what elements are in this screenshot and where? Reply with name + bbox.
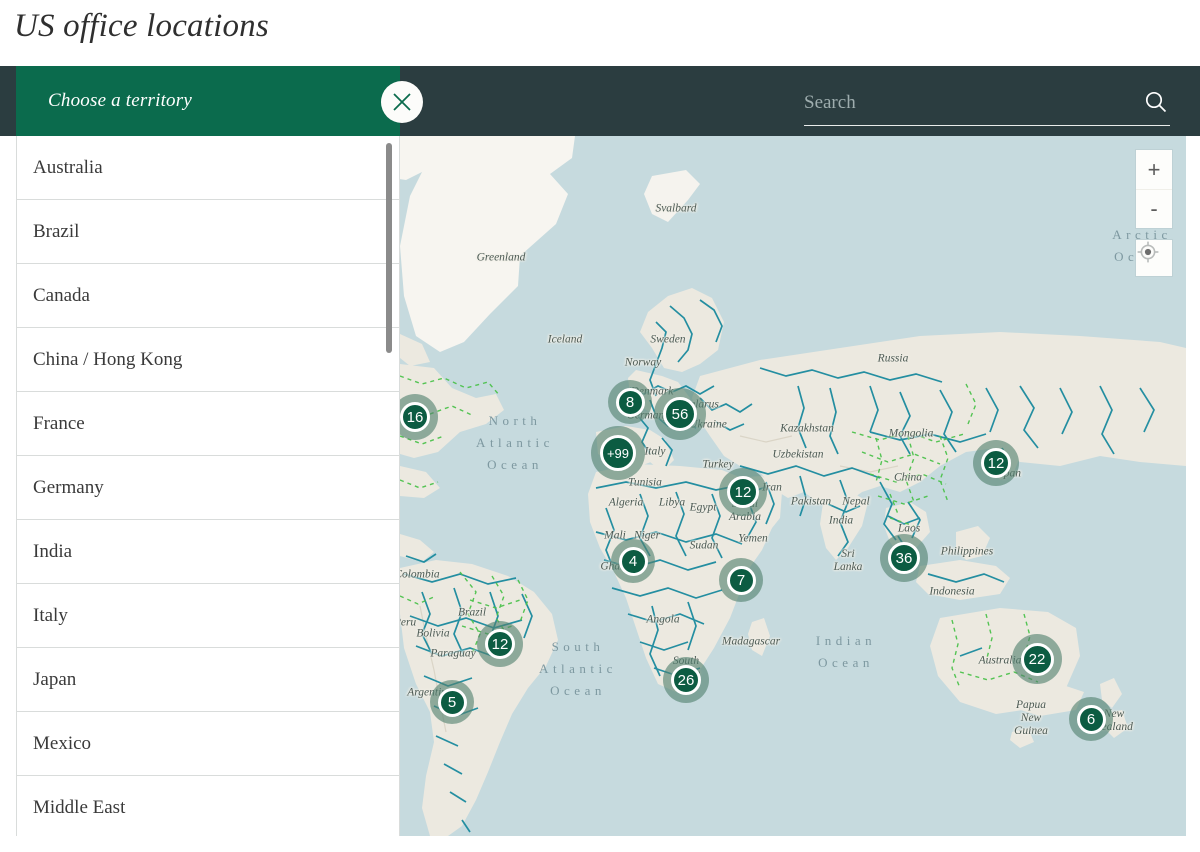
map-marker-count: 12 [485,629,515,659]
map-marker-count: 7 [726,565,756,595]
map-marker-count: 56 [663,397,697,431]
territory-list-item[interactable]: Italy [17,584,399,648]
office-locations-page: US office locations Choose a territory S… [0,0,1200,852]
territory-label: Australia [33,156,103,178]
territory-list-item[interactable]: Germany [17,456,399,520]
territory-list: Australia Brazil Canada China / Hong Kong Fr… [17,136,399,836]
map-marker-count: 6 [1076,704,1106,734]
territory-list-scrollbar[interactable] [386,136,392,836]
map-marker-count: 22 [1020,642,1054,676]
territory-list-item[interactable]: Canada [17,264,399,328]
locate-button[interactable] [1136,240,1172,276]
territory-label: Canada [33,284,90,306]
zoom-out-button[interactable]: - [1136,189,1172,228]
territory-label: Germany [33,476,104,498]
map-marker-cluster[interactable]: 4 [611,539,655,583]
territory-list-item[interactable]: France [17,392,399,456]
territory-label: France [33,412,85,434]
territory-list-item[interactable]: Middle East [17,776,399,836]
territory-list-item[interactable]: Australia [17,136,399,200]
map-marker-cluster[interactable]: 12 [719,468,767,516]
territory-panel-header: Choose a territory [16,66,400,136]
map-marker-count: 16 [400,402,430,432]
world-map[interactable]: North Atlantic Ocean South Atlantic Ocean… [400,136,1186,836]
map-geography [400,136,1186,836]
map-marker-cluster[interactable]: 8 [608,380,652,424]
map-marker-count: 12 [981,448,1011,478]
territory-label: Mexico [33,732,92,754]
territory-panel-title: Choose a territory [48,90,192,111]
map-marker-cluster[interactable]: 36 [880,534,928,582]
territory-list-item[interactable]: Mexico [17,712,399,776]
search-button[interactable] [1142,90,1170,118]
map-marker-cluster[interactable]: +99 [591,426,645,480]
page-title: US office locations [14,8,269,44]
map-marker-cluster[interactable]: 12 [477,621,523,667]
map-marker-count: 4 [618,546,648,576]
close-icon [390,90,414,114]
zoom-in-button[interactable]: + [1136,150,1172,189]
map-marker-cluster[interactable]: 26 [663,657,709,703]
territory-list-item[interactable]: China / Hong Kong [17,328,399,392]
search-icon [1143,89,1169,120]
territory-list-item[interactable]: Japan [17,648,399,712]
territory-list-item[interactable]: India [17,520,399,584]
map-marker-count: 5 [437,687,467,717]
map-marker-count: 8 [615,387,645,417]
zoom-controls: + - [1136,150,1172,228]
map-marker-cluster[interactable]: 56 [654,388,706,440]
map-marker-cluster[interactable]: 7 [719,558,763,602]
territory-label: India [33,540,73,562]
map-marker-cluster[interactable]: 5 [430,680,474,724]
territory-label: Italy [33,604,68,626]
map-marker-count: 36 [888,542,920,574]
map-marker-count: 26 [671,665,701,695]
territory-label: China / Hong Kong [33,348,183,370]
search-field-wrapper [804,84,1170,126]
territory-list-item[interactable]: Brazil [17,200,399,264]
territory-label: Middle East [33,796,126,818]
map-marker-cluster[interactable]: 12 [973,440,1019,486]
territory-label: Japan [33,668,77,690]
scrollbar-thumb[interactable] [386,143,392,353]
map-marker-cluster[interactable]: 6 [1069,697,1113,741]
territory-list-panel[interactable]: Australia Brazil Canada China / Hong Kong Fr… [16,136,400,836]
map-marker-count: +99 [600,435,636,471]
territory-label: Brazil [33,220,80,242]
close-button[interactable] [381,81,423,123]
map-marker-count: 12 [727,476,759,508]
search-input[interactable] [804,84,1114,122]
map-marker-cluster[interactable]: 22 [1012,634,1062,684]
